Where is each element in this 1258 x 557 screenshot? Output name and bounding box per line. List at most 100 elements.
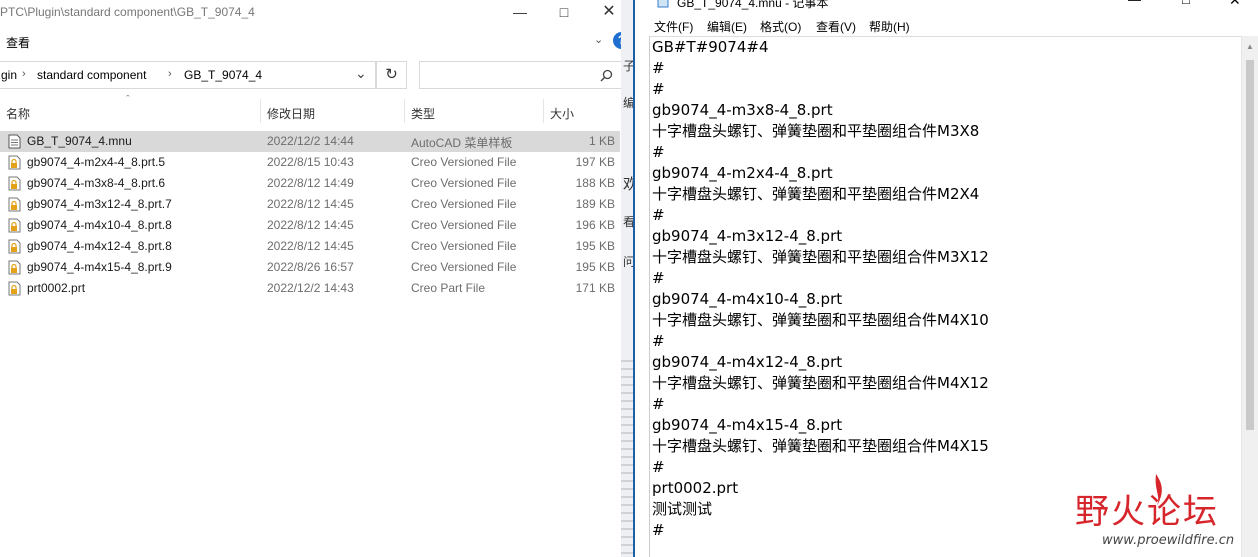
locked-file-icon: [8, 239, 21, 254]
scroll-up-arrow-icon[interactable]: ▲: [1246, 42, 1254, 51]
text-line: #: [652, 206, 665, 224]
text-line: #: [652, 80, 665, 98]
column-divider[interactable]: [260, 99, 261, 123]
text-line: 十字槽盘头螺钉、弹簧垫圈和平垫圈组合件M3X8: [652, 122, 980, 140]
search-icon[interactable]: [600, 69, 613, 82]
file-size: 1 KB: [588, 134, 615, 148]
notepad-titlebar: GB_T_9074_4.mnu - 记事本 — □ ✕: [635, 0, 1258, 14]
text-line: #: [652, 143, 665, 161]
file-row[interactable]: gb9074_4-m2x4-4_8.prt.5 2022/8/15 10:43 Cr…: [0, 152, 620, 173]
text-file-icon: [8, 134, 21, 149]
file-type: Creo Versioned File: [411, 260, 517, 274]
file-row[interactable]: gb9074_4-m4x10-4_8.prt.8 2022/8/12 14:45 C…: [0, 215, 620, 236]
file-size: 197 KB: [575, 155, 615, 169]
file-name: GB_T_9074_4.mnu: [27, 134, 132, 148]
file-size: 171 KB: [575, 281, 615, 295]
file-name: gb9074_4-m3x12-4_8.prt.7: [27, 197, 172, 211]
locked-file-icon: [8, 218, 21, 233]
text-line: 十字槽盘头螺钉、弹簧垫圈和平垫圈组合件M2X4: [652, 185, 980, 203]
file-modified-date: 2022/8/12 14:45: [267, 197, 354, 211]
notepad-menubar: 文件(F) 编辑(E) 格式(O) 查看(V) 帮助(H): [635, 14, 1258, 36]
watermark-url: www.proewildfire.cn: [1102, 533, 1235, 548]
text-line: gb9074_4-m3x12-4_8.prt: [652, 227, 843, 245]
menu-edit[interactable]: 编辑(E): [707, 18, 747, 35]
text-line: #: [652, 521, 665, 539]
file-row[interactable]: gb9074_4-m3x12-4_8.prt.7 2022/8/12 14:45 C…: [0, 194, 620, 215]
column-header-date[interactable]: 修改日期: [267, 105, 315, 122]
breadcrumb-plugin[interactable]: gin: [1, 68, 17, 82]
file-type: Creo Versioned File: [411, 239, 517, 253]
notepad-app-icon: [657, 0, 669, 8]
scrollbar-thumb[interactable]: [1246, 60, 1254, 430]
maximize-button[interactable]: □: [549, 1, 579, 23]
file-row[interactable]: gb9074_4-m3x8-4_8.prt.6 2022/8/12 14:49 Cr…: [0, 173, 620, 194]
address-bar[interactable]: gin › standard component › GB_T_9074_4 ⌄: [0, 61, 376, 89]
text-line: gb9074_4-m4x15-4_8.prt: [652, 416, 843, 434]
ribbon-tab-view[interactable]: 查看: [6, 34, 30, 51]
file-size: 188 KB: [575, 176, 615, 190]
breadcrumb-standard-component[interactable]: standard component: [37, 68, 146, 82]
menu-help[interactable]: 帮助(H): [869, 18, 910, 35]
window-title-path: PTC\Plugin\standard component\GB_T_9074_…: [0, 5, 255, 19]
file-row[interactable]: gb9074_4-m4x15-4_8.prt.9 2022/8/26 16:57 C…: [0, 257, 620, 278]
ribbon-expand-chevron-icon[interactable]: ⌄: [594, 33, 603, 46]
file-explorer-window: PTC\Plugin\standard component\GB_T_9074_…: [0, 0, 633, 557]
file-modified-date: 2022/8/26 16:57: [267, 260, 354, 274]
text-line: 十字槽盘头螺钉、弹簧垫圈和平垫圈组合件M4X15: [652, 437, 989, 455]
file-name: prt0002.prt: [27, 281, 86, 295]
text-line: #: [652, 395, 665, 413]
flame-logo-icon: [1155, 474, 1162, 506]
locked-file-icon: [8, 155, 21, 170]
menu-file[interactable]: 文件(F): [654, 18, 693, 35]
menu-view[interactable]: 查看(V): [816, 18, 856, 35]
file-size: 189 KB: [575, 197, 615, 211]
file-modified-date: 2022/8/12 14:45: [267, 239, 354, 253]
file-modified-date: 2022/8/12 14:49: [267, 176, 354, 190]
file-name: gb9074_4-m4x12-4_8.prt.8: [27, 239, 172, 253]
file-name: gb9074_4-m4x15-4_8.prt.9: [27, 260, 172, 274]
search-input[interactable]: [419, 61, 622, 89]
file-size: 196 KB: [575, 218, 615, 232]
minimize-button[interactable]: —: [505, 1, 535, 23]
breadcrumb-chevron-icon: ›: [168, 68, 172, 80]
text-line: #: [652, 458, 665, 476]
notepad-minimize-button[interactable]: —: [1128, 0, 1141, 7]
notepad-window: GB_T_9074_4.mnu - 记事本 — □ ✕ 文件(F) 编辑(E) …: [633, 0, 1258, 557]
locked-file-icon: [8, 197, 21, 212]
text-line: 十字槽盘头螺钉、弹簧垫圈和平垫圈组合件M4X12: [652, 374, 989, 392]
file-modified-date: 2022/12/2 14:44: [267, 134, 354, 148]
file-modified-date: 2022/8/12 14:45: [267, 218, 354, 232]
refresh-icon[interactable]: ↻: [376, 61, 407, 89]
breadcrumb-current-folder[interactable]: GB_T_9074_4: [184, 68, 262, 82]
file-type: Creo Versioned File: [411, 197, 517, 211]
file-row[interactable]: prt0002.prt 2022/12/2 14:43 Creo Part File…: [0, 278, 620, 299]
notepad-maximize-button[interactable]: □: [1182, 0, 1190, 7]
address-dropdown-chevron-icon[interactable]: ⌄: [355, 65, 367, 82]
close-button[interactable]: ✕: [594, 1, 624, 23]
text-line: prt0002.prt: [652, 479, 739, 497]
file-name: gb9074_4-m3x8-4_8.prt.6: [27, 176, 166, 190]
breadcrumb-chevron-icon: ›: [22, 68, 26, 80]
column-header-size[interactable]: 大小: [550, 105, 574, 122]
text-line: gb9074_4-m3x8-4_8.prt: [652, 101, 833, 119]
vertical-scrollbar[interactable]: ▲: [1241, 36, 1258, 557]
text-line: gb9074_4-m4x10-4_8.prt: [652, 290, 843, 308]
text-line: #: [652, 332, 665, 350]
file-size: 195 KB: [575, 239, 615, 253]
column-header-type[interactable]: 类型: [411, 105, 435, 122]
file-type: Creo Versioned File: [411, 155, 517, 169]
text-line: 十字槽盘头螺钉、弹簧垫圈和平垫圈组合件M3X12: [652, 248, 989, 266]
column-header-name[interactable]: 名称: [6, 105, 30, 122]
file-row[interactable]: gb9074_4-m4x12-4_8.prt.8 2022/8/12 14:45 C…: [0, 236, 620, 257]
notepad-close-button[interactable]: ✕: [1229, 0, 1241, 9]
file-row[interactable]: GB_T_9074_4.mnu 2022/12/2 14:44 AutoCAD 菜单…: [0, 131, 620, 152]
file-name: gb9074_4-m4x10-4_8.prt.8: [27, 218, 172, 232]
file-type: Creo Versioned File: [411, 176, 517, 190]
text-line: gb9074_4-m4x12-4_8.prt: [652, 353, 843, 371]
notepad-title: GB_T_9074_4.mnu - 记事本: [677, 0, 829, 10]
menu-format[interactable]: 格式(O): [760, 18, 801, 35]
column-divider[interactable]: [404, 99, 405, 123]
file-type: Creo Part File: [411, 281, 486, 295]
file-size: 195 KB: [575, 260, 615, 274]
column-divider[interactable]: [543, 99, 544, 123]
